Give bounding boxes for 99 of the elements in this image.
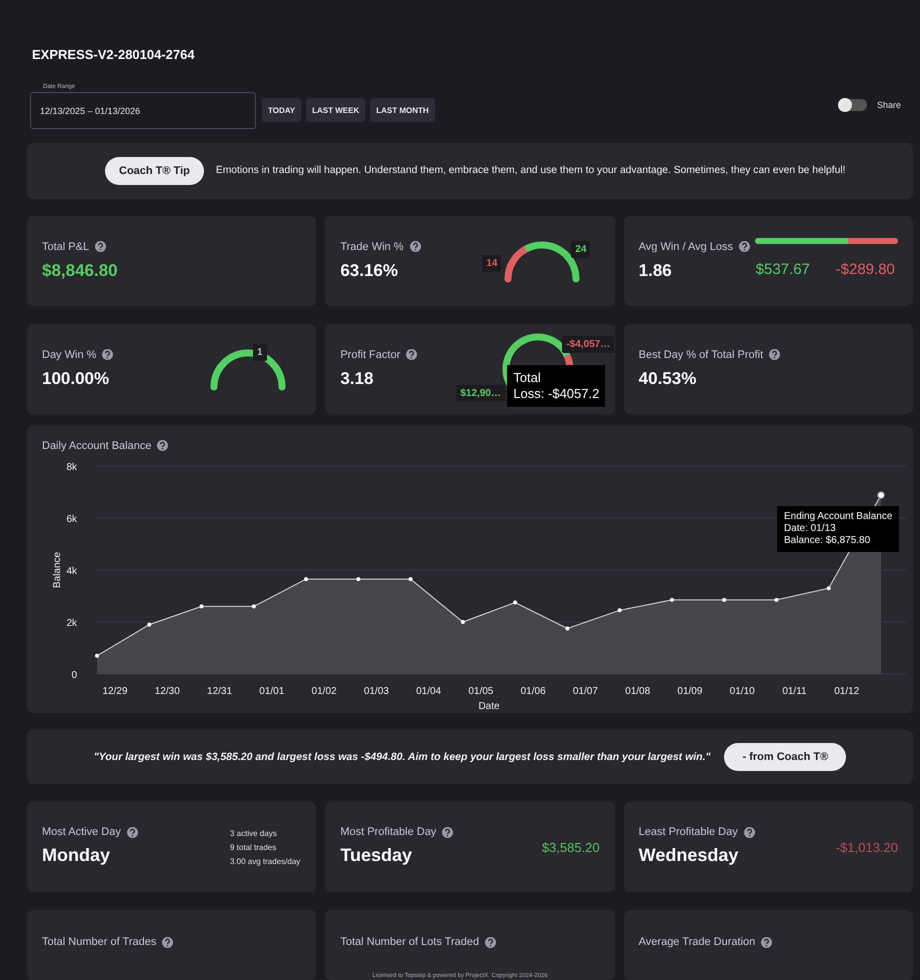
- help-icon[interactable]: [410, 241, 420, 252]
- avg-win-amount: $537.67: [756, 260, 810, 278]
- help-icon[interactable]: [95, 241, 106, 252]
- stat-label: Avg Win / Avg Loss: [638, 240, 734, 253]
- help-icon[interactable]: [162, 936, 174, 948]
- help-icon[interactable]: [761, 936, 772, 948]
- axis-title: Date: [478, 700, 500, 712]
- stat-label: Average Trade Duration: [638, 936, 756, 948]
- coach-tip-button[interactable]: Coach T® Tip: [105, 156, 204, 185]
- x-tick-label: 01/10: [730, 686, 755, 697]
- data-point[interactable]: [565, 626, 570, 630]
- data-point[interactable]: [356, 576, 360, 581]
- day-name: Wednesday: [638, 845, 738, 866]
- data-point[interactable]: [618, 608, 622, 612]
- x-tick-label: 12/30: [154, 686, 180, 697]
- x-tick-label: 01/03: [364, 686, 389, 697]
- data-point[interactable]: [774, 597, 778, 602]
- axis-title: Balance: [52, 552, 63, 588]
- y-tick-label: 4k: [66, 566, 77, 577]
- share-label: Share: [877, 100, 902, 110]
- chart-tooltip: Total Loss: -$4057.2: [507, 364, 606, 407]
- x-tick-label: 01/04: [416, 686, 442, 697]
- x-tick-label: 01/12: [834, 686, 860, 697]
- help-icon[interactable]: [744, 826, 755, 838]
- day-label: Most Active Day: [42, 826, 121, 838]
- data-point[interactable]: [513, 600, 518, 604]
- avg-loss-amount: -$289.80: [836, 260, 895, 278]
- share-toggle[interactable]: [839, 99, 867, 111]
- stat-label: Total Number of Lots Traded: [340, 936, 480, 948]
- stat-value: 3.18: [340, 368, 374, 389]
- date-range-field[interactable]: 12/13/2025 – 01/13/2026: [30, 92, 256, 129]
- gross-loss-badge: -$4,057…: [562, 336, 614, 353]
- account-title: EXPRESS-V2-280104-2764: [32, 47, 195, 62]
- x-tick-label: 01/02: [312, 686, 337, 697]
- help-icon[interactable]: [442, 826, 454, 838]
- date-preset-button[interactable]: LAST MONTH: [370, 98, 435, 122]
- day-amount: -$1,013.20: [836, 840, 898, 855]
- y-tick-label: 2k: [66, 618, 77, 629]
- data-point[interactable]: [722, 597, 726, 602]
- help-icon[interactable]: [406, 349, 418, 360]
- stat-value: 100.00%: [42, 368, 110, 389]
- coach-quote: "Your largest win was $3,585.20 and largest loss was -$494.80. Aim to keep your largest loss smaller than your largest win.": [94, 750, 710, 763]
- date-preset-button[interactable]: LAST WEEK: [306, 98, 366, 122]
- data-point[interactable]: [304, 576, 308, 581]
- day-label: Most Profitable Day: [340, 826, 436, 838]
- stat-value: 1.86: [638, 260, 672, 281]
- stat-label: Total Number of Trades: [42, 936, 156, 948]
- help-icon[interactable]: [485, 936, 496, 948]
- help-icon[interactable]: [102, 349, 114, 360]
- x-tick-label: 12/29: [102, 686, 128, 697]
- stat-label: Profit Factor: [340, 348, 400, 361]
- help-icon[interactable]: [126, 826, 138, 838]
- activity-detail: 9 total trades: [230, 842, 278, 854]
- day-name: Tuesday: [340, 845, 412, 866]
- data-point[interactable]: [200, 604, 204, 608]
- y-tick-label: 6k: [66, 514, 77, 525]
- x-tick-label: 01/09: [677, 686, 702, 697]
- x-tick-label: 01/06: [520, 686, 546, 697]
- data-point[interactable]: [670, 597, 674, 602]
- count-badge: 14: [482, 254, 502, 272]
- data-point[interactable]: [826, 586, 831, 590]
- gross-profit-badge: $12,90…: [456, 384, 505, 402]
- stat-value: $8,846.80: [42, 260, 118, 281]
- chart-tooltip: Ending Account Balance Date: 01/13 Balance: $6,875.80: [777, 506, 900, 552]
- help-icon[interactable]: [739, 241, 750, 252]
- y-tick-label: 0: [71, 670, 77, 681]
- x-tick-label: 01/01: [259, 686, 284, 697]
- stat-value: 40.53%: [638, 368, 696, 389]
- x-tick-label: 12/31: [207, 686, 232, 697]
- chart-title: Daily Account Balance: [42, 440, 152, 452]
- date-preset-button[interactable]: TODAY: [262, 98, 302, 122]
- day-amount: $3,585.20: [542, 840, 600, 855]
- help-icon[interactable]: [769, 349, 780, 360]
- data-point[interactable]: [147, 622, 152, 626]
- y-tick-label: 8k: [66, 462, 77, 473]
- help-icon[interactable]: [157, 440, 168, 452]
- x-tick-label: 01/11: [782, 686, 807, 697]
- stat-label: Trade Win %: [340, 240, 404, 253]
- x-tick-label: 01/08: [625, 686, 650, 697]
- count-badge: 24: [571, 240, 590, 258]
- data-point[interactable]: [460, 620, 465, 624]
- loss-arc: [504, 244, 532, 282]
- day-name: Monday: [42, 845, 110, 866]
- data-point[interactable]: [95, 653, 99, 658]
- day-label: Least Profitable Day: [638, 826, 738, 838]
- stat-value: 63.16%: [340, 260, 398, 281]
- count-badge: 1: [253, 344, 267, 361]
- activity-detail: 3.00 avg trades/day: [230, 856, 300, 868]
- stat-label: Day Win %: [42, 348, 96, 361]
- data-point[interactable]: [408, 576, 413, 581]
- data-point[interactable]: [252, 604, 256, 608]
- activity-detail: 3 active days: [230, 828, 278, 840]
- tip-text: Emotions in trading will happen. Understand them, embrace them, and use them to your advantage. Sometimes, they can even be helpful!: [216, 165, 846, 176]
- data-point[interactable]: [877, 490, 885, 499]
- stat-label: Total P&L: [42, 240, 90, 253]
- x-tick-label: 01/07: [572, 686, 598, 697]
- x-tick-label: 01/05: [468, 686, 494, 697]
- coach-attribution-button[interactable]: - from Coach T®: [724, 742, 846, 771]
- stat-label: Best Day % of Total Profit: [638, 348, 764, 361]
